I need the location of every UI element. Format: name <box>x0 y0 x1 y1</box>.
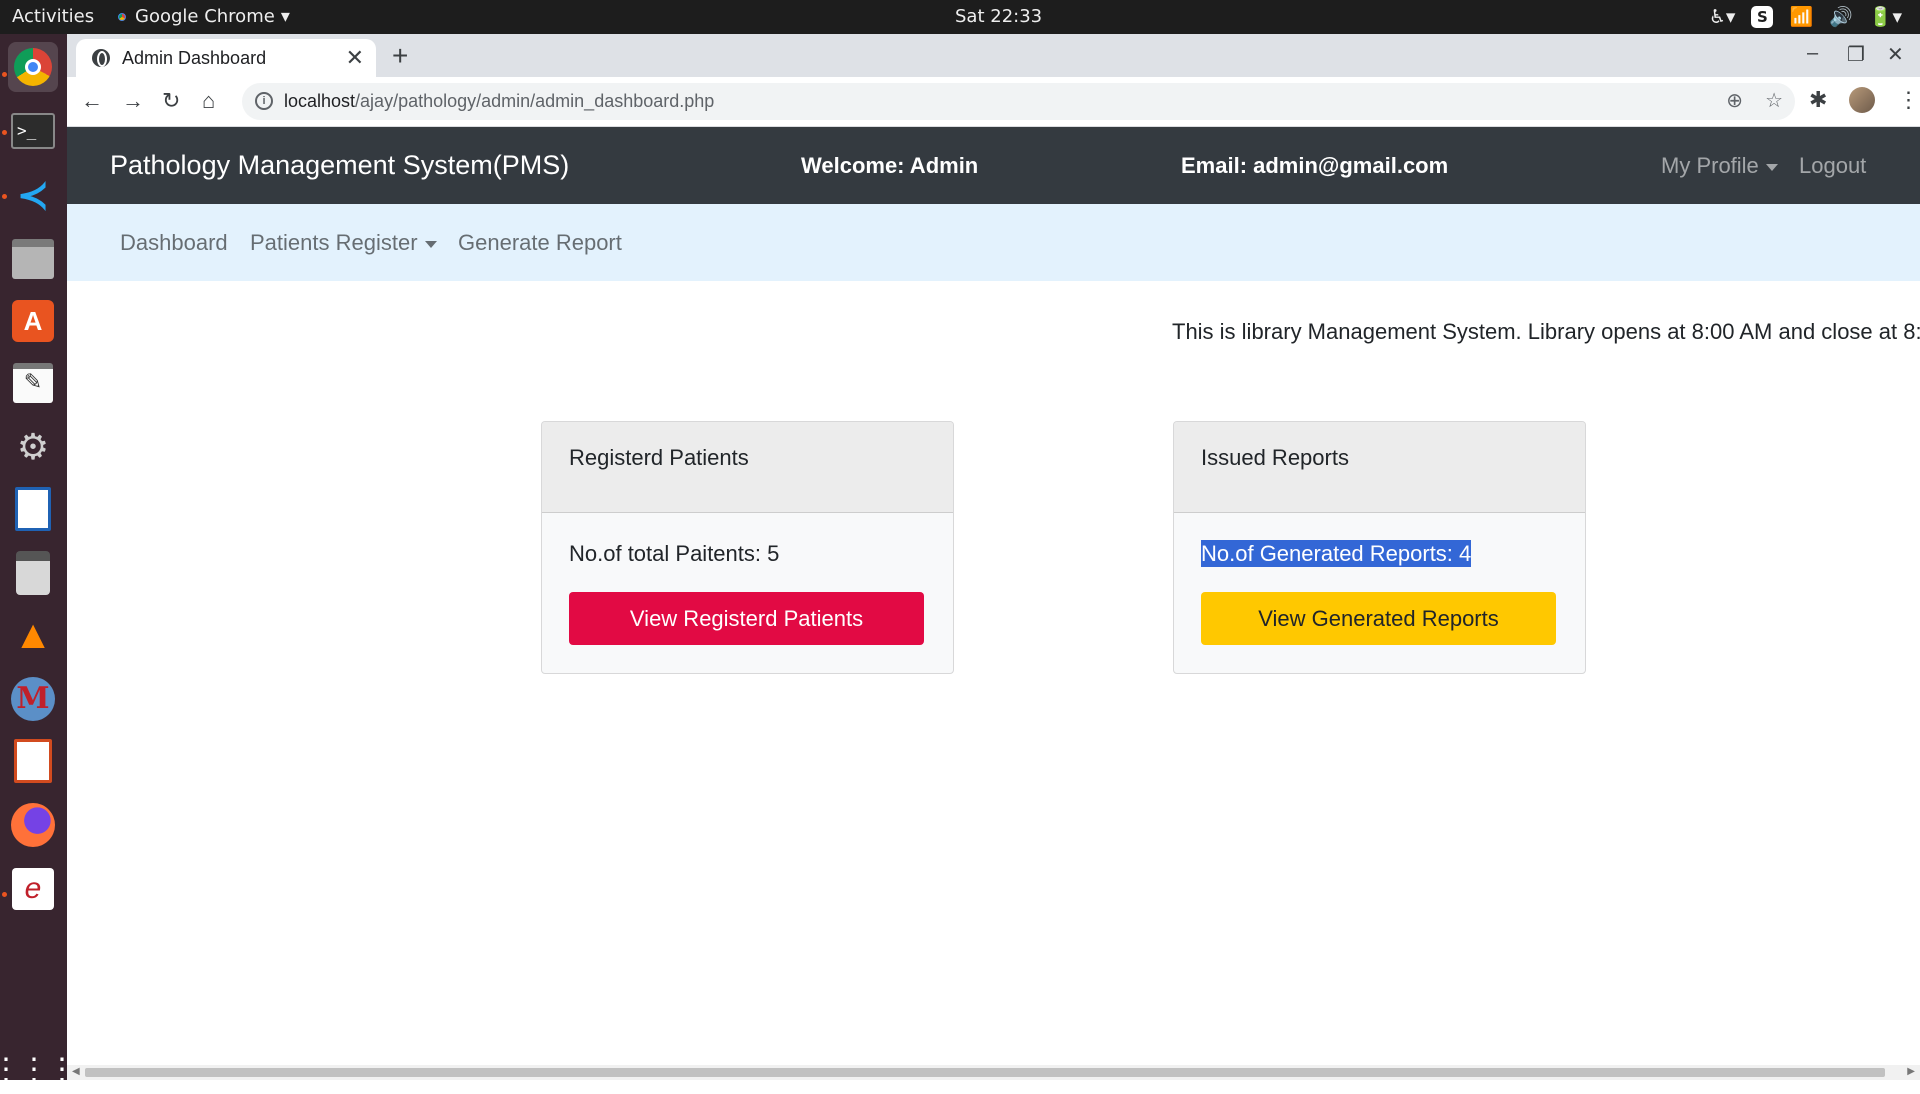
scrollbar-thumb[interactable] <box>85 1068 1885 1077</box>
caret-down-icon <box>424 240 437 248</box>
app-menu-label: Google Chrome <box>135 6 275 27</box>
url-path: /ajay/pathology/admin/admin_dashboard.ph… <box>355 91 715 111</box>
issued-reports-card: Issued Reports No.of Generated Reports: … <box>1173 421 1586 674</box>
browser-toolbar: ← → ↻ ⌂ i localhost/ajay/pathology/admin… <box>67 77 1920 127</box>
globe-icon <box>92 49 110 67</box>
terminal-icon[interactable]: >_ <box>8 106 58 156</box>
tab-admin-dashboard[interactable]: Admin Dashboard ✕ <box>76 39 376 77</box>
email-text: Email: admin@gmail.com <box>1181 153 1449 178</box>
app-grid-icon[interactable]: ⋮⋮⋮ <box>0 1044 77 1094</box>
forward-icon[interactable]: → <box>122 88 144 114</box>
profile-avatar[interactable] <box>1849 87 1876 113</box>
back-icon[interactable]: ← <box>81 88 103 114</box>
view-generated-reports-button[interactable]: View Generated Reports <box>1201 592 1556 645</box>
vscode-icon[interactable]: ≺ <box>8 170 58 220</box>
page-viewport: Pathology Management System(PMS) Welcome… <box>67 127 1920 1065</box>
software-icon[interactable]: A <box>8 296 58 346</box>
logout-link[interactable]: Logout <box>1799 153 1866 179</box>
address-bar[interactable]: i localhost/ajay/pathology/admin/admin_d… <box>242 83 1795 120</box>
nav-dashboard[interactable]: Dashboard <box>120 230 228 256</box>
zoom-icon[interactable]: ⊕ <box>1726 83 1743 120</box>
files-icon[interactable] <box>8 234 58 284</box>
total-patients-text: No.of total Paitents: 5 <box>569 541 780 566</box>
restore-icon[interactable]: ❐ <box>1847 42 1865 67</box>
selected-text: No.of Generated Reports: 4 <box>1201 540 1472 567</box>
chevron-down-icon: ▾ <box>280 6 290 27</box>
chrome-icon[interactable] <box>8 42 58 92</box>
registered-patients-card: Registerd Patients No.of total Paitents:… <box>541 421 954 674</box>
system-top-bar: Activities Google Chrome ▾ Sat 22:33 ♿▾ … <box>0 0 1920 34</box>
reload-icon[interactable]: ↻ <box>162 88 180 114</box>
app-menu[interactable]: Google Chrome ▾ <box>115 6 290 27</box>
vlc-icon[interactable]: ▲ <box>8 610 58 660</box>
skype-icon[interactable]: S <box>1751 5 1774 28</box>
nav-patients-register-label: Patients Register <box>250 230 418 255</box>
calculator-icon[interactable] <box>8 548 58 598</box>
generated-reports-text: No.of Generated Reports: 4 <box>1201 540 1558 576</box>
running-indicator <box>2 72 7 77</box>
top-navbar: Pathology Management System(PMS) Welcome… <box>67 127 1920 204</box>
marquee-text: This is library Management System. Libra… <box>1172 319 1920 344</box>
scroll-right-icon[interactable]: ▶ <box>1907 1066 1915 1077</box>
running-indicator <box>2 130 7 135</box>
horizontal-scrollbar[interactable]: ◀ ▶ <box>67 1065 1920 1080</box>
card-header: Registerd Patients <box>542 422 953 513</box>
nav-patients-register[interactable]: Patients Register <box>250 230 437 256</box>
browser-window: Admin Dashboard ✕ + – ❐ ✕ ← → ↻ ⌂ i loca… <box>67 34 1920 1080</box>
menu-kebab-icon[interactable]: ⋮ <box>1897 87 1919 113</box>
eclipse-icon[interactable]: e <box>8 864 58 914</box>
close-tab-icon[interactable]: ✕ <box>346 45 364 71</box>
activities-button[interactable]: Activities <box>12 6 94 27</box>
sub-navbar: Dashboard Patients Register Generate Rep… <box>67 204 1920 281</box>
settings-icon[interactable]: ⚙ <box>8 422 58 472</box>
dock: >_ ≺ A ✎ ⚙ ▲ M e ⋮⋮⋮ <box>0 34 77 1086</box>
chrome-small-icon <box>115 9 129 24</box>
tab-title: Admin Dashboard <box>122 47 267 68</box>
accessibility-icon[interactable]: ♿▾ <box>1709 6 1736 28</box>
impress-icon[interactable] <box>8 736 58 786</box>
firefox-icon[interactable] <box>8 800 58 850</box>
nav-generate-report[interactable]: Generate Report <box>458 230 622 256</box>
bookmark-star-icon[interactable]: ☆ <box>1765 83 1783 120</box>
wifi-icon[interactable]: 📶 <box>1789 5 1813 28</box>
new-tab-button[interactable]: + <box>392 40 408 72</box>
my-profile-dropdown[interactable]: My Profile <box>1661 153 1778 179</box>
scroll-left-icon[interactable]: ◀ <box>72 1066 80 1077</box>
card-header: Issued Reports <box>1174 422 1585 513</box>
caret-down-icon <box>1765 163 1778 171</box>
extensions-icon[interactable]: ✱ <box>1809 87 1827 113</box>
brand-title[interactable]: Pathology Management System(PMS) <box>110 150 569 181</box>
clock[interactable]: Sat 22:33 <box>955 6 1042 27</box>
card-body: No.of Generated Reports: 4 View Generate… <box>1174 513 1585 673</box>
url-host: localhost <box>284 91 356 111</box>
tab-strip: Admin Dashboard ✕ + – ❐ ✕ <box>67 34 1920 77</box>
running-indicator <box>2 892 7 897</box>
battery-icon[interactable]: 🔋▾ <box>1869 5 1902 28</box>
card-body: No.of total Paitents: 5 View Registerd P… <box>542 513 953 673</box>
writer-icon[interactable] <box>8 484 58 534</box>
my-profile-label: My Profile <box>1661 153 1759 178</box>
mysql-icon[interactable]: M <box>8 674 58 724</box>
home-icon[interactable]: ⌂ <box>202 88 215 114</box>
welcome-text: Welcome: Admin <box>801 153 979 178</box>
minimize-icon[interactable]: – <box>1807 42 1818 65</box>
running-indicator <box>2 194 7 199</box>
volume-icon[interactable]: 🔊 <box>1829 5 1853 28</box>
text-editor-icon[interactable]: ✎ <box>8 358 58 408</box>
site-info-icon[interactable]: i <box>255 92 273 110</box>
view-registered-patients-button[interactable]: View Registerd Patients <box>569 592 924 645</box>
system-tray[interactable]: ♿▾ S 📶 🔊 🔋▾ <box>1709 5 1902 28</box>
window-close-icon[interactable]: ✕ <box>1887 42 1904 67</box>
